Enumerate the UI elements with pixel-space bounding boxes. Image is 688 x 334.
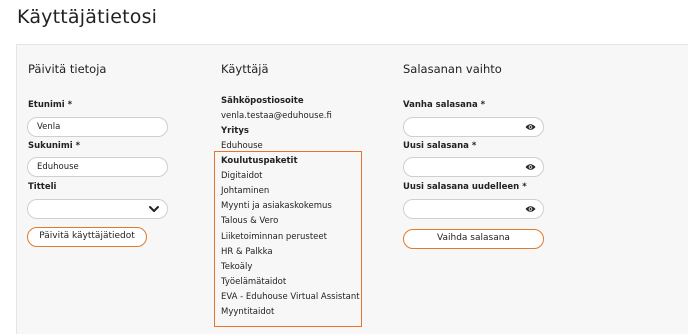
eye-icon[interactable] [525,163,536,171]
eye-icon[interactable] [525,123,536,131]
package-item: Työelämätaidot [221,277,287,287]
change-password-button[interactable]: Vaihda salasana [403,229,544,249]
job-title-label: Titteli [28,182,57,192]
password-change-heading: Salasanan vaihto [403,62,502,76]
email-value: venla.testaa@eduhouse.fi [221,111,332,121]
user-heading: Käyttäjä [221,62,269,76]
repeat-password-input[interactable] [403,199,544,219]
package-item: Myynti ja asiakaskokemus [221,201,332,211]
training-packages-label: Koulutuspaketit [221,156,298,166]
last-name-input[interactable]: Eduhouse [27,157,168,177]
package-item: Myyntitaidot [221,307,275,317]
package-item: EVA - Eduhouse Virtual Assistant [221,292,360,302]
package-item: Digitaidot [221,171,263,181]
chevron-down-icon [149,206,159,212]
page-title: Käyttäjätietosi [17,6,158,28]
first-name-input[interactable]: Venla [27,117,168,137]
eye-icon[interactable] [525,205,536,213]
company-label: Yritys [221,126,249,136]
new-password-label: Uusi salasana * [403,141,477,151]
update-user-button[interactable]: Päivitä käyttäjätiedot [27,227,147,247]
package-item: HR & Palkka [221,247,273,257]
package-item: Tekoäly [221,262,253,272]
update-info-heading: Päivitä tietoja [28,62,107,76]
company-value: Eduhouse [221,141,263,151]
last-name-label: Sukunimi * [28,141,81,151]
old-password-label: Vanha salasana * [403,100,486,110]
new-password-input[interactable] [403,157,544,177]
package-item: Talous & Vero [221,216,279,226]
repeat-password-label: Uusi salasana uudelleen * [403,182,527,192]
job-title-select[interactable] [27,199,168,219]
package-item: Liiketoiminnan perusteet [221,232,327,242]
email-label: Sähköpostiosoite [221,96,304,106]
package-item: Johtaminen [221,186,270,196]
old-password-input[interactable] [403,117,544,137]
first-name-label: Etunimi * [28,100,73,110]
